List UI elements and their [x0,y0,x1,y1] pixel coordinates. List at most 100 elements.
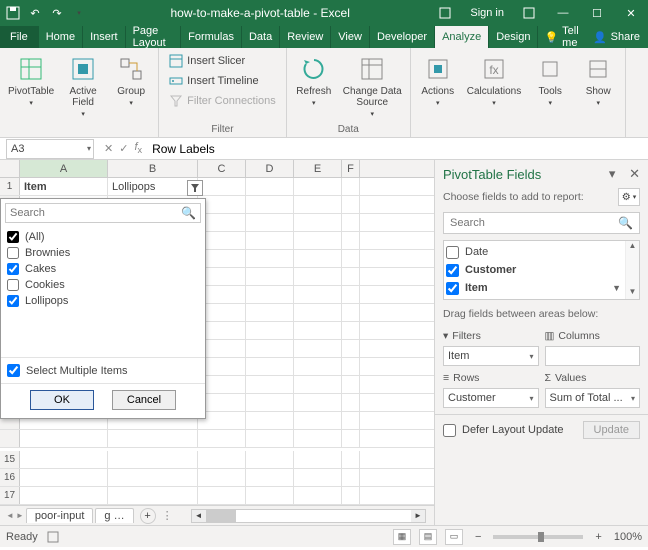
pane-search[interactable]: 🔍 [443,212,640,234]
defer-layout-check[interactable] [443,424,456,437]
filter-search[interactable]: 🔍 [5,203,201,223]
select-multiple-items[interactable]: Select Multiple Items [1,357,205,383]
col-head-a[interactable]: A [20,160,108,177]
pane-close-icon[interactable]: ✕ [629,166,640,182]
normal-view-button[interactable]: ▦ [393,529,411,545]
undo-icon[interactable]: ↶ [28,6,42,20]
sheet-tab[interactable]: g … [95,508,133,523]
pane-search-input[interactable] [450,217,618,229]
insert-timeline-button[interactable]: Insert Timeline [165,72,263,90]
field-filter-icon[interactable]: ▼ [612,283,621,293]
filter-search-input[interactable] [10,207,181,219]
name-box[interactable]: A3 ▾ [6,139,94,159]
rows-dropwell[interactable]: Customer▾ [443,388,539,408]
tab-design[interactable]: Design [489,26,538,48]
tab-analyze[interactable]: Analyze [435,26,489,48]
filter-item[interactable]: Brownies [7,245,199,261]
worksheet[interactable]: A B C D E F 1 Item Lollipops 🔍 [0,160,434,525]
horizontal-scrollbar[interactable]: ◄ ► [191,509,426,523]
zoom-in-button[interactable]: + [591,531,605,543]
col-head-d[interactable]: D [246,160,294,177]
page-layout-view-button[interactable]: ▤ [419,529,437,545]
filter-item[interactable]: Cakes [7,261,199,277]
field-check[interactable] [446,246,459,259]
macro-record-icon[interactable] [46,530,60,544]
field-row[interactable]: Item▼ [446,279,637,297]
chevron-down-icon[interactable]: ▾ [529,352,533,361]
scroll-left-icon[interactable]: ◄ [192,510,206,522]
scroll-thumb[interactable] [206,510,236,522]
cell-b1[interactable]: Lollipops [108,178,198,196]
show-button[interactable]: Show▾ [577,52,619,111]
row-head[interactable]: 15 [0,451,20,468]
tab-view[interactable]: View [331,26,370,48]
formula-input[interactable] [146,139,648,159]
actions-button[interactable]: Actions▾ [417,52,459,111]
maximize-button[interactable]: ☐ [580,0,614,26]
row-head[interactable]: 17 [0,487,20,504]
tab-insert[interactable]: Insert [83,26,126,48]
filter-cancel-button[interactable]: Cancel [112,390,176,410]
cell-a1[interactable]: Item [20,178,108,196]
chevron-down-icon[interactable]: ▾ [529,394,533,403]
account-icon[interactable] [428,0,462,26]
share-button[interactable]: 👤Share [585,26,648,48]
field-check[interactable] [446,282,459,295]
select-multiple-check[interactable] [7,364,20,377]
field-check[interactable] [446,264,459,277]
filter-item[interactable]: Cookies [7,277,199,293]
col-head-f[interactable]: F [342,160,360,177]
zoom-thumb[interactable] [538,532,544,542]
zoom-out-button[interactable]: − [471,531,485,543]
tab-review[interactable]: Review [280,26,331,48]
chevron-down-icon[interactable]: ▾ [631,394,635,403]
col-head-b[interactable]: B [108,160,198,177]
pane-options-icon[interactable]: ▾ [605,166,619,182]
sheet-nav-prev-icon[interactable]: ◄ [6,511,14,520]
col-head-c[interactable]: C [198,160,246,177]
ribbon-display-icon[interactable] [512,0,546,26]
close-button[interactable]: ✕ [614,0,648,26]
tab-developer[interactable]: Developer [370,26,435,48]
field-row[interactable]: Date [446,243,637,261]
tell-me[interactable]: 💡Tell me [538,26,584,48]
zoom-slider[interactable] [493,535,583,539]
sheet-tab[interactable]: poor-input [26,508,94,523]
filter-check[interactable] [7,295,19,307]
fx-icon[interactable]: fx [134,141,142,155]
scroll-right-icon[interactable]: ► [411,510,425,522]
filter-check-all[interactable] [7,231,19,243]
page-break-view-button[interactable]: ▭ [445,529,463,545]
pivottable-button[interactable]: PivotTable▾ [6,52,56,111]
zoom-level[interactable]: 100% [614,531,642,543]
field-row[interactable]: Customer [446,261,637,279]
active-field-button[interactable]: Active Field▾ [62,52,104,122]
row-head-1[interactable]: 1 [0,178,20,195]
filter-item-all[interactable]: (All) [7,229,199,245]
name-box-dropdown-icon[interactable]: ▾ [87,144,91,153]
tab-formulas[interactable]: Formulas [181,26,242,48]
save-icon[interactable] [6,6,20,20]
filters-dropwell[interactable]: Item▾ [443,346,539,366]
values-dropwell[interactable]: Sum of Total ...▾ [545,388,641,408]
insert-slicer-button[interactable]: Insert Slicer [165,52,249,70]
sheet-nav-next-icon[interactable]: ► [16,511,24,520]
tab-file[interactable]: File [0,26,39,48]
pivot-filter-button[interactable] [187,180,203,196]
filter-ok-button[interactable]: OK [30,390,94,410]
sign-in-link[interactable]: Sign in [462,7,512,19]
change-data-source-button[interactable]: Change Data Source▾ [341,52,404,122]
group-button[interactable]: Group▾ [110,52,152,111]
new-sheet-button[interactable]: + [140,508,156,524]
minimize-button[interactable]: — [546,0,580,26]
row-head[interactable]: 16 [0,469,20,486]
refresh-button[interactable]: Refresh▾ [293,52,335,111]
filter-check[interactable] [7,263,19,275]
redo-icon[interactable]: ↷ [50,6,64,20]
col-head-e[interactable]: E [294,160,342,177]
tools-button[interactable]: Tools▾ [529,52,571,111]
filter-check[interactable] [7,247,19,259]
filter-item[interactable]: Lollipops [7,293,199,309]
field-list-scrollbar[interactable]: ▲▼ [625,241,639,299]
filter-check[interactable] [7,279,19,291]
